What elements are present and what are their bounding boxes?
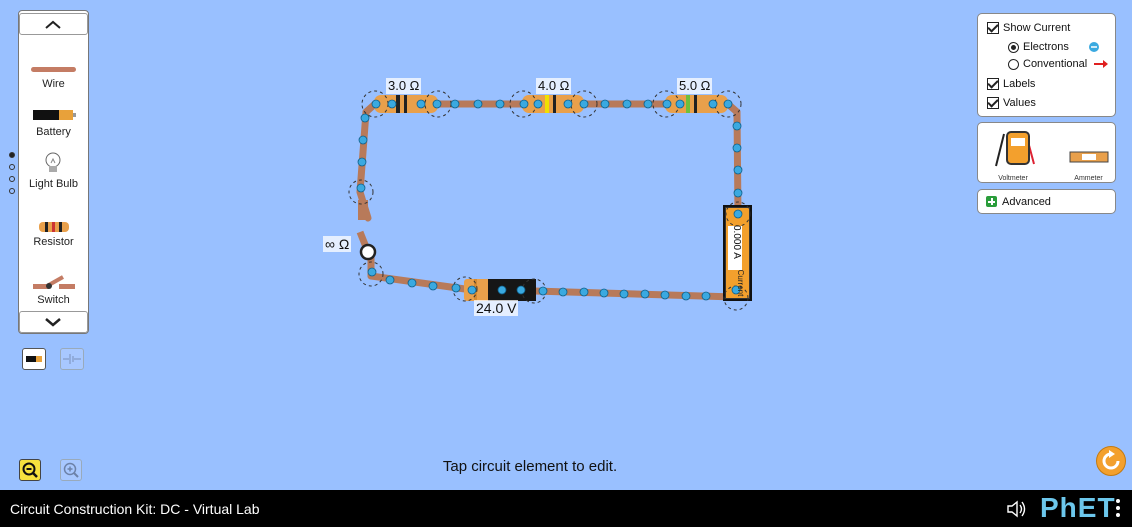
resistor-5-ohm[interactable] xyxy=(665,95,728,113)
electrons-radio[interactable]: Electrons xyxy=(1008,41,1100,53)
values-checkbox[interactable]: Values xyxy=(987,97,1036,110)
sound-icon[interactable] xyxy=(1005,498,1027,520)
show-current-checkbox[interactable]: Show Current xyxy=(987,22,1070,35)
display-options-panel: Show Current Electrons Conventional Labe… xyxy=(977,13,1116,117)
phet-logo[interactable]: PhET xyxy=(1040,492,1116,524)
open-switch[interactable] xyxy=(356,200,377,261)
zoom-out-icon xyxy=(22,462,38,478)
zoom-in-icon xyxy=(63,462,79,478)
sim-title: Circuit Construction Kit: DC - Virtual L… xyxy=(10,501,260,517)
reset-all-button[interactable] xyxy=(1096,446,1126,476)
navigation-bar: Circuit Construction Kit: DC - Virtual L… xyxy=(0,490,1132,527)
battery-voltage-label: 24.0 V xyxy=(474,300,519,316)
red-arrow-icon xyxy=(1094,60,1109,69)
voltmeter-tool[interactable]: Voltmeter xyxy=(988,128,1038,182)
resistor-3-ohm[interactable] xyxy=(374,95,438,113)
more-options-icon[interactable] xyxy=(1116,499,1120,517)
voltmeter-label: Voltmeter xyxy=(998,175,1028,182)
circuit-canvas xyxy=(348,90,752,311)
expand-plus-icon[interactable] xyxy=(986,196,997,207)
electron-particles xyxy=(356,99,743,301)
labels-checkbox[interactable]: Labels xyxy=(987,78,1035,91)
radio-unselected-icon xyxy=(1008,58,1019,70)
resistor-3-value-label: 5.0 Ω xyxy=(677,78,713,94)
resistor-1-value-label: 3.0 Ω xyxy=(386,78,422,94)
switch-resistance-label: ∞ Ω xyxy=(323,236,352,252)
ammeter-icon xyxy=(1069,151,1109,163)
electron-icon xyxy=(1088,42,1099,53)
zoom-out-button[interactable] xyxy=(19,459,41,481)
resistor-2-value-label: 4.0 Ω xyxy=(536,78,572,94)
conventional-radio[interactable]: Conventional xyxy=(1008,58,1109,70)
checkbox-checked-icon xyxy=(987,97,999,110)
voltmeter-icon xyxy=(995,131,1035,167)
ammeter-tool[interactable]: Ammeter xyxy=(1066,128,1111,182)
checkbox-checked-icon xyxy=(987,78,999,91)
radio-selected-icon xyxy=(1008,41,1019,53)
ammeter-reading: 0.000 A xyxy=(731,225,742,259)
zoom-in-button[interactable] xyxy=(60,459,82,481)
checkbox-checked-icon xyxy=(987,22,999,35)
ammeter-label: Ammeter xyxy=(1074,175,1103,182)
advanced-accordion[interactable]: Advanced xyxy=(977,189,1116,214)
reset-icon xyxy=(1102,450,1120,470)
sensor-toolbox-panel: Voltmeter Ammeter xyxy=(977,122,1116,183)
resistor-4-ohm[interactable] xyxy=(522,95,584,113)
advanced-label: Advanced xyxy=(1002,196,1051,208)
edit-hint: Tap circuit element to edit. xyxy=(442,458,618,475)
wire[interactable] xyxy=(367,272,469,293)
